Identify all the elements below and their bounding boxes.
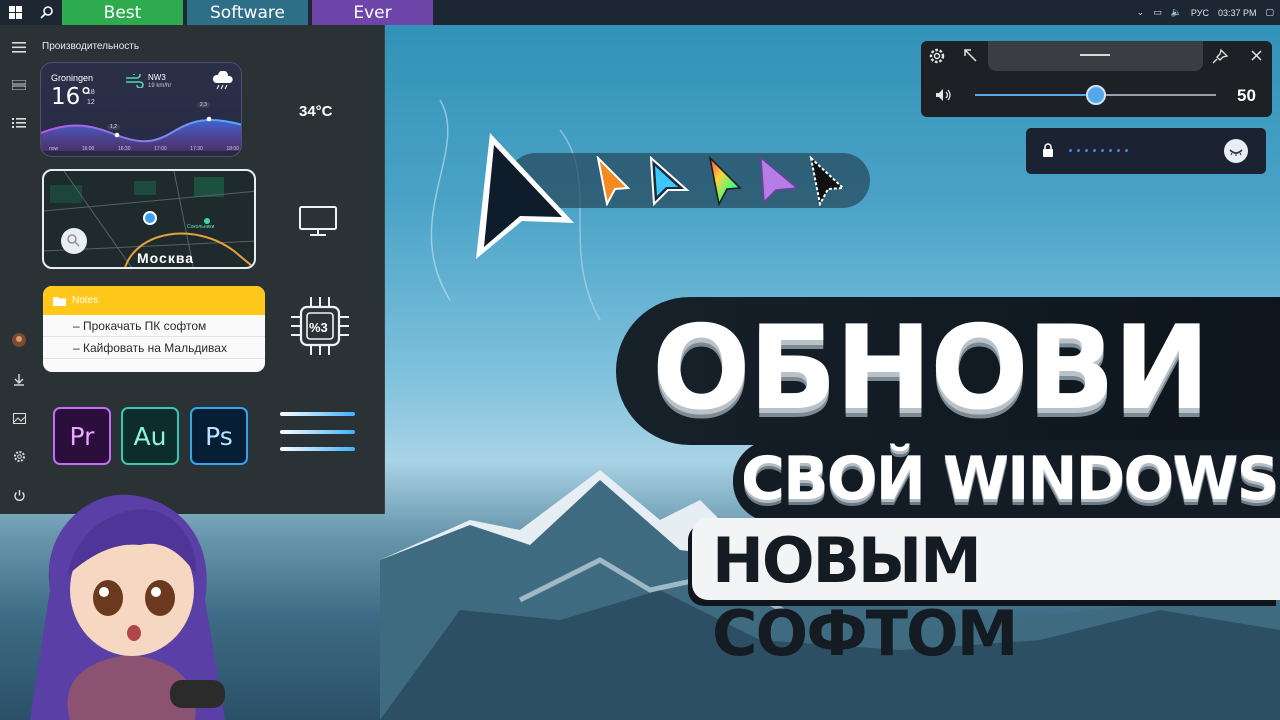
volume-tray-icon[interactable]: 🔈: [1171, 7, 1182, 18]
start-panel: Производительность Groningen 16° 18 12 N…: [0, 25, 385, 514]
weather-wind-direction: NW3: [148, 73, 166, 82]
note-item[interactable]: – Прокачать ПК софтом: [43, 315, 265, 337]
weather-forecast-chart: [41, 116, 241, 151]
purple-cursor-icon: [760, 156, 799, 204]
weather-point-label: 2,3: [197, 102, 210, 108]
weather-times: now 16:00 16:30 17:00 17:30 18:00: [49, 146, 239, 152]
rain-cloud-icon: [212, 71, 233, 90]
notes-title: Notes: [72, 295, 99, 306]
headline-line-2: СВОЙ WINDOWS: [733, 440, 1280, 522]
password-dots: [1069, 149, 1128, 152]
flyout-drag-handle[interactable]: [988, 41, 1203, 71]
weather-point-label: 1,2: [107, 124, 120, 130]
clock[interactable]: 03:37 PM: [1218, 8, 1257, 18]
notes-header: Notes: [43, 286, 265, 315]
windows-logo-icon[interactable]: [0, 0, 31, 25]
anime-character-illustration: [30, 494, 225, 720]
reveal-password-icon[interactable]: [1224, 139, 1248, 163]
tiles-icon[interactable]: [10, 76, 28, 94]
password-field[interactable]: [1026, 128, 1266, 174]
map-poi-label: Сокольники: [187, 224, 215, 230]
gear-icon[interactable]: [10, 447, 28, 465]
headline-text: ОБНОВИ: [652, 301, 1210, 436]
avatar[interactable]: [10, 331, 28, 349]
weather-time: 18:00: [226, 146, 239, 152]
pin-icon[interactable]: [1212, 48, 1230, 64]
pictures-icon[interactable]: [10, 409, 28, 427]
panel-title: Производительность: [42, 41, 140, 52]
headline-line-1: ОБНОВИ: [616, 297, 1280, 445]
taskbar: Best Software Ever ⌄ ▭ 🔈 РУС 03:37 PM ▢: [0, 0, 1280, 25]
weather-time: 17:00: [154, 146, 167, 152]
pixel-cursor-icon: [809, 156, 846, 206]
wind-icon: [126, 74, 144, 88]
volume-icon[interactable]: [935, 88, 953, 102]
headline-text: СВОЙ WINDOWS: [741, 444, 1280, 514]
blue-cursor-icon: [649, 156, 690, 206]
notifications-icon[interactable]: ▢: [1265, 7, 1274, 18]
lock-icon: [1043, 143, 1053, 157]
weather-time: 16:30: [117, 146, 131, 152]
taskbar-tab-best[interactable]: Best: [62, 0, 183, 25]
temperature-readout: 34°C: [299, 103, 333, 120]
note-item[interactable]: – Кайфовать на Мальдивах: [43, 337, 265, 359]
list-icon[interactable]: [10, 114, 28, 132]
weather-high: 18: [87, 89, 95, 96]
menu-bars-icon[interactable]: [280, 411, 356, 453]
premiere-app-tile[interactable]: Pr: [53, 407, 111, 465]
close-icon[interactable]: [1251, 50, 1262, 61]
start-rail: [0, 25, 38, 514]
chevron-up-icon[interactable]: ⌄: [1137, 7, 1145, 18]
taskbar-tab-ever[interactable]: Ever: [312, 0, 433, 25]
weather-city: Groningen: [51, 73, 94, 83]
volume-value: 50: [1237, 86, 1256, 105]
gear-icon[interactable]: [928, 47, 946, 65]
volume-flyout: 50: [921, 41, 1272, 117]
folder-icon: [53, 296, 66, 306]
orange-cursor-icon: [596, 156, 631, 206]
cpu-load-label: %3: [309, 320, 328, 335]
photoshop-app-tile[interactable]: Ps: [190, 407, 248, 465]
taskbar-tab-software[interactable]: Software: [187, 0, 308, 25]
download-icon[interactable]: [10, 371, 28, 389]
weather-wind-speed: 19 km/hr: [148, 83, 172, 89]
headline-text: НОВЫМ СОФТОМ: [712, 524, 1018, 670]
volume-slider[interactable]: [975, 85, 1216, 105]
map-widget[interactable]: Сокольники Москва: [42, 169, 256, 269]
weather-time: 17:30: [190, 146, 203, 152]
weather-widget[interactable]: Groningen 16° 18 12 NW3 19 km/hr 1,2 2,3…: [40, 62, 242, 157]
large-cursor-icon: [476, 133, 574, 259]
headline-line-3: НОВЫМ СОФТОМ: [692, 518, 1280, 670]
hamburger-icon[interactable]: [10, 38, 28, 56]
search-icon[interactable]: [31, 0, 62, 25]
map-city-label: Москва: [137, 250, 195, 266]
weather-time: now: [49, 146, 59, 152]
volume-slider-thumb[interactable]: [1085, 85, 1106, 105]
rainbow-cursor-icon: [708, 156, 742, 206]
monitor-icon[interactable]: [298, 205, 338, 238]
system-tray: ⌄ ▭ 🔈 РУС 03:37 PM ▢: [1137, 0, 1274, 25]
weather-time: 16:00: [81, 146, 95, 152]
volume-slider-fill: [975, 94, 1096, 96]
audition-app-tile[interactable]: Au: [121, 407, 179, 465]
expand-arrow-icon[interactable]: [963, 48, 977, 62]
network-icon[interactable]: ▭: [1153, 7, 1162, 18]
language-indicator[interactable]: РУС: [1191, 8, 1209, 18]
notes-widget[interactable]: Notes – Прокачать ПК софтом – Кайфовать …: [43, 286, 265, 372]
